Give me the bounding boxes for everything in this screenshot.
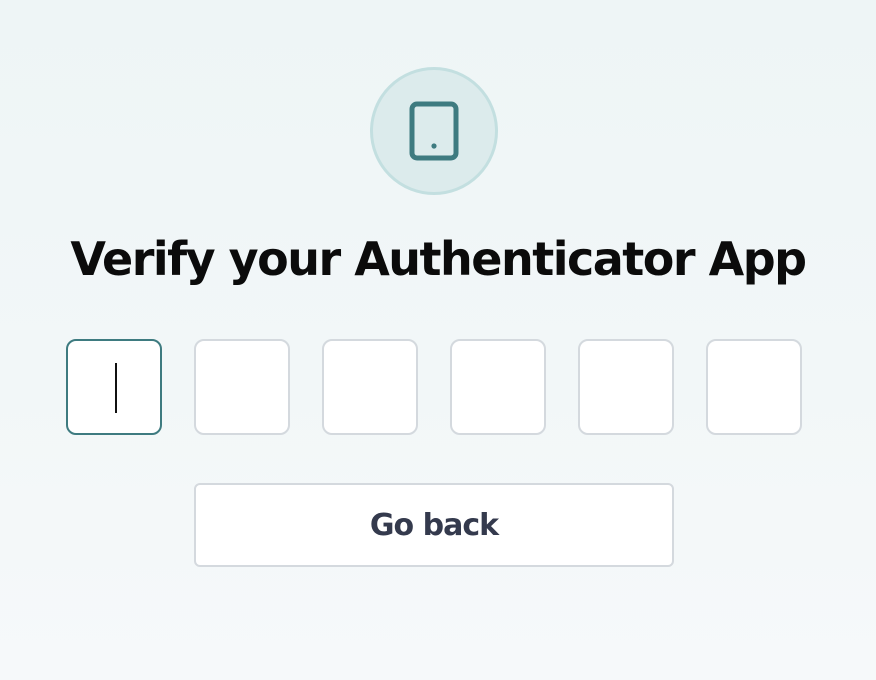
otp-digit-4[interactable] [450,339,546,435]
go-back-button[interactable]: Go back [194,483,674,567]
tablet-icon [409,101,459,161]
page-title: Verify your Authenticator App [70,232,807,286]
go-back-label: Go back [369,507,499,543]
text-caret [115,363,117,413]
otp-digit-5[interactable] [578,339,674,435]
authenticator-icon-badge [370,67,498,195]
otp-digit-6[interactable] [706,339,802,435]
otp-digit-2[interactable] [194,339,290,435]
otp-digit-1[interactable] [66,339,162,435]
otp-digit-3[interactable] [322,339,418,435]
otp-code-input [66,339,802,435]
